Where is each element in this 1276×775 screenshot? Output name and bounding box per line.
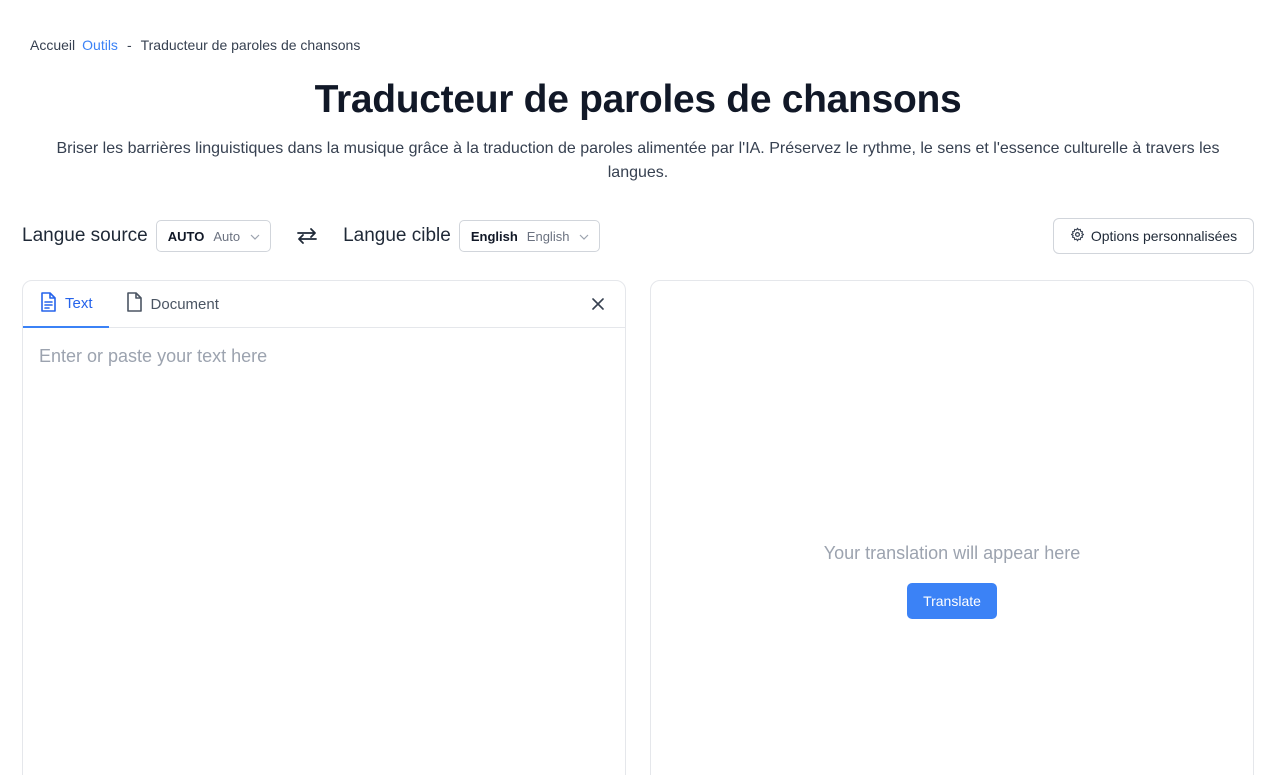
file-text-icon <box>39 291 57 316</box>
tab-text[interactable]: Text <box>23 281 109 328</box>
file-icon <box>125 292 143 316</box>
close-icon[interactable] <box>589 295 607 313</box>
gear-icon <box>1070 227 1085 245</box>
chevron-down-icon <box>249 230 261 242</box>
translation-panel: Your translation will appear here Transl… <box>650 280 1254 775</box>
source-language-name: Auto <box>213 228 241 244</box>
page-title: Traducteur de paroles de chansons <box>314 78 962 121</box>
source-panel: Text Document <box>22 280 626 775</box>
source-text-input[interactable] <box>23 328 625 768</box>
input-tabs: Text Document <box>23 281 625 328</box>
target-language-name: English <box>526 228 570 244</box>
breadcrumb-home[interactable]: Accueil <box>30 37 75 53</box>
source-language-select[interactable]: AUTO Auto <box>155 220 272 252</box>
breadcrumb: Accueil Outils - Traducteur de paroles d… <box>30 37 360 53</box>
source-language-code: AUTO <box>167 228 205 244</box>
page-subtitle: Briser les barrières linguistiques dans … <box>56 140 1220 181</box>
swap-languages-icon[interactable] <box>295 224 319 248</box>
breadcrumb-current: Traducteur de paroles de chansons <box>140 37 361 53</box>
language-bar: Langue source AUTO Auto Langue cible Eng… <box>22 219 601 253</box>
translation-empty-state: Your translation will appear here Transl… <box>651 543 1253 619</box>
custom-options-button[interactable]: Options personnalisées <box>1053 218 1254 254</box>
chevron-down-icon <box>578 230 590 242</box>
translation-placeholder: Your translation will appear here <box>823 543 1081 563</box>
target-language-code: English <box>470 228 518 244</box>
breadcrumb-separator: - <box>126 37 132 53</box>
source-language-label: Langue source <box>22 225 148 246</box>
breadcrumb-tools-link[interactable]: Outils <box>82 37 118 53</box>
translate-button[interactable]: Translate <box>907 583 997 619</box>
tab-text-label: Text <box>65 295 93 312</box>
custom-options-label: Options personnalisées <box>1090 228 1238 244</box>
target-language-select[interactable]: English English <box>458 220 601 252</box>
target-language-label: Langue cible <box>343 225 451 246</box>
tab-document-label: Document <box>150 295 219 313</box>
tab-document[interactable]: Document <box>109 281 235 327</box>
